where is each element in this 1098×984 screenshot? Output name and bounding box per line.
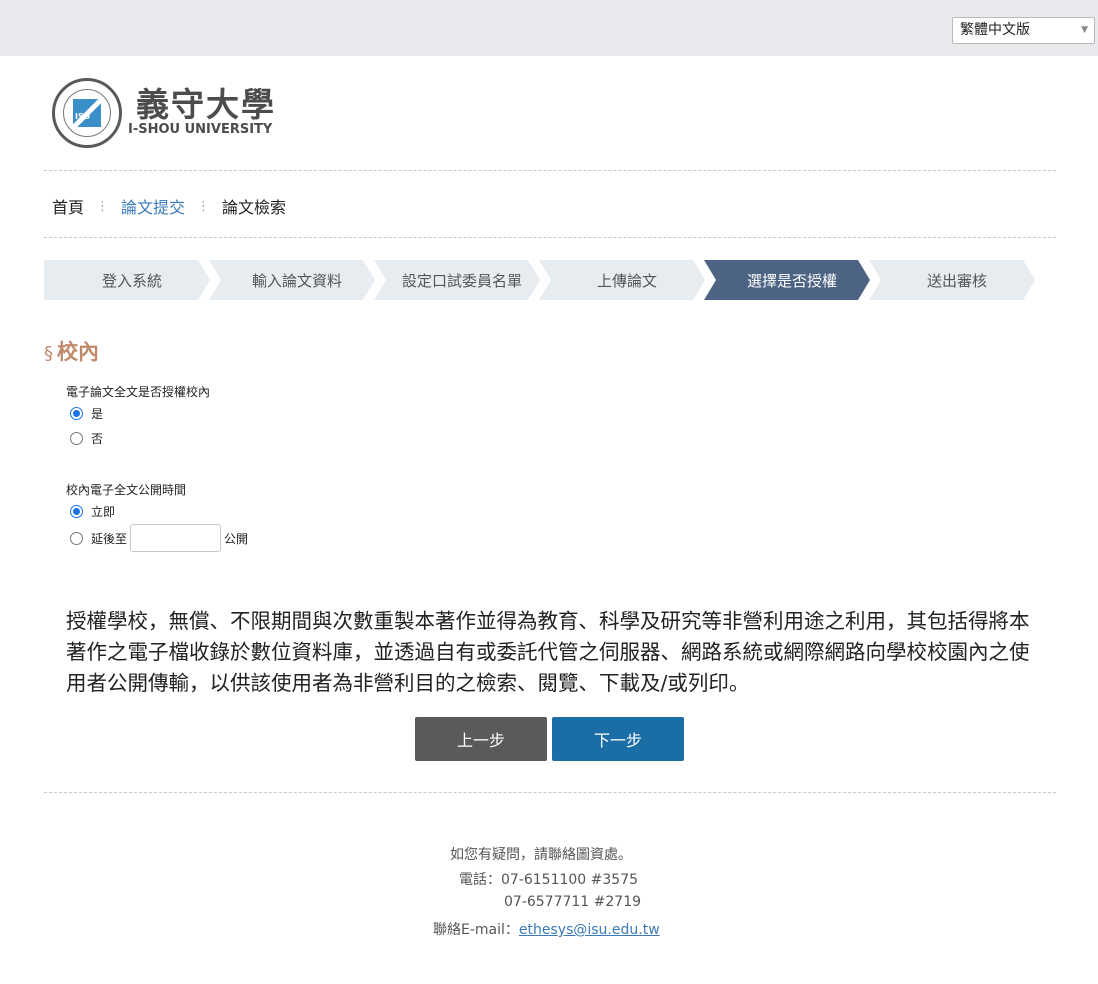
nav-thesis-search[interactable]: 論文檢索 [222,194,286,218]
nav-home[interactable]: 首頁 [52,194,84,218]
section-mark: § [44,343,53,364]
footer-question: 如您有疑問，請聯絡圖資處。 [450,847,632,863]
university-seal-icon: ISU [52,78,122,148]
radio-button[interactable] [70,505,83,518]
progress-steps: 登入系統 輸入論文資料 設定口試委員名單 上傳論文 選擇是否授權 送出審核 [44,260,1044,300]
top-bar: 繁體中文版 ▼ [0,0,1098,56]
authorize-no-radio[interactable]: 否 [70,430,103,447]
language-select-value: 繁體中文版 [960,22,1030,38]
language-select[interactable]: 繁體中文版 ▼ [952,17,1095,44]
step-submit-review: 送出審核 [869,260,1035,300]
nav-separator: ⋮ [96,198,110,214]
publish-time-label: 校內電子全文公開時間 [66,483,187,497]
divider [44,237,1056,238]
radio-label: 是 [91,407,104,421]
step-input-data: 輸入論文資料 [209,260,375,300]
nav-thesis-submit[interactable]: 論文提交 [121,194,185,218]
radio-button[interactable] [70,407,83,420]
logo-english-name: I-SHOU UNIVERSITY [128,122,273,137]
divider [44,792,1056,793]
footer-phone2: 07-6577711 #2719 [504,894,642,910]
divider [44,170,1056,171]
radio-button[interactable] [70,432,83,445]
publish-immediate-radio[interactable]: 立即 [70,503,115,520]
section-title-text: 校內 [57,340,99,364]
main-nav: 首頁 ⋮ 論文提交 ⋮ 論文檢索 [52,194,286,218]
footer-phone-label: 電話： [459,872,501,888]
radio-label: 延後至 [91,531,128,546]
authorize-label: 電子論文全文是否授權校內 [66,385,211,399]
radio-label: 否 [91,432,104,446]
step-login: 登入系統 [44,260,210,300]
section-title: § 校內 [44,336,99,366]
authorize-yes-radio[interactable]: 是 [70,405,103,422]
step-upload: 上傳論文 [539,260,705,300]
delay-suffix-label: 公開 [224,531,249,546]
footer-email-label: 聯絡E-mail： [433,922,519,938]
delay-date-input[interactable] [130,524,222,552]
step-committee: 設定口試委員名單 [374,260,540,300]
radio-button[interactable] [70,531,83,545]
chevron-down-icon: ▼ [1081,25,1088,35]
next-step-button[interactable]: 下一步 [552,717,684,761]
publish-delay-radio[interactable]: 延後至 公開 [70,524,248,552]
step-authorization: 選擇是否授權 [704,260,870,300]
footer-phone1: 07-6151100 #3575 [501,872,639,888]
footer-email-link[interactable]: ethesys@isu.edu.tw [519,922,660,938]
previous-step-button[interactable]: 上一步 [415,717,547,761]
university-logo[interactable]: ISU 義守大學 I-SHOU UNIVERSITY [52,76,297,148]
authorization-notice: 授權學校，無償、不限期間與次數重製本著作並得為教育、科學及研究等非營利用途之利用… [66,609,1030,695]
nav-separator: ⋮ [197,198,211,214]
logo-chinese-name: 義守大學 [136,85,276,124]
radio-label: 立即 [91,505,116,519]
